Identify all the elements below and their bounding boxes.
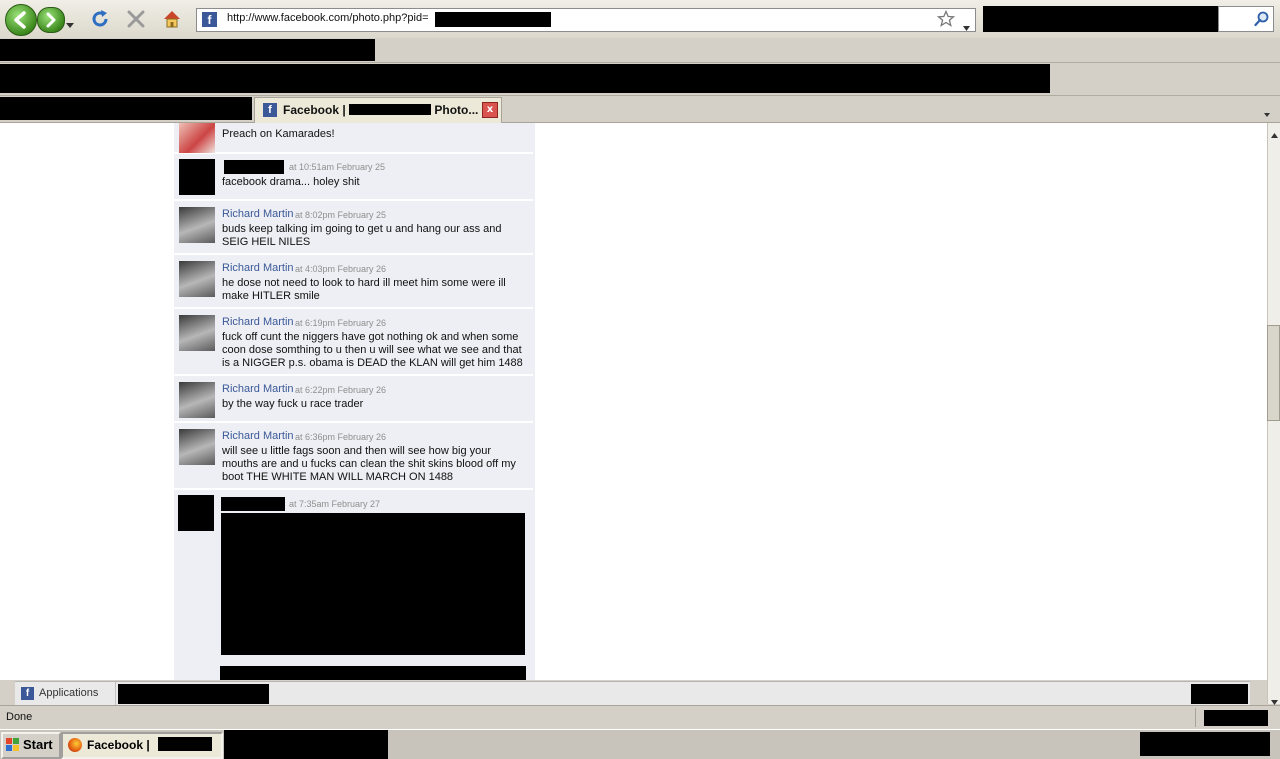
stop-icon[interactable] [125, 8, 147, 30]
firefox-icon [68, 738, 82, 752]
addon-toolbar [0, 63, 1280, 96]
browser-nav-bar: f http://www.facebook.com/photo.php?pid= [0, 0, 1280, 39]
comment-item: at 10:51am February 25 facebook drama...… [174, 154, 533, 201]
windows-taskbar: Start Facebook | [0, 729, 1280, 759]
redacted-taskbar-item[interactable] [224, 730, 388, 759]
comment-text: Preach on Kamarades! [222, 128, 335, 140]
bookmark-star-icon[interactable] [936, 9, 956, 28]
comment-timestamp: at 7:35am February 27 [289, 499, 381, 509]
site-favicon-icon: f [202, 12, 217, 27]
tab-bar [0, 96, 1280, 123]
tab-close-icon[interactable]: x [482, 102, 498, 118]
avatar[interactable] [179, 429, 215, 465]
redacted-inline [349, 104, 432, 115]
scroll-down-icon[interactable] [1270, 692, 1279, 705]
avatar[interactable] [179, 159, 215, 195]
avatar[interactable] [179, 207, 215, 243]
scroll-thumb[interactable] [1267, 325, 1280, 421]
comment-item: Richard Martin at 6:36pm February 26 wil… [174, 423, 533, 490]
redacted-block[interactable] [118, 684, 269, 704]
comment-item: Preach on Kamarades! [174, 123, 533, 154]
bookmarks-toolbar [0, 38, 1280, 63]
facebook-icon: f [21, 687, 34, 700]
comment-text: facebook drama... holey shit [222, 176, 360, 188]
comment-text: he dose not need to look to hard ill mee… [222, 277, 506, 302]
redacted-comment-body [221, 513, 525, 655]
reload-icon[interactable] [89, 8, 111, 30]
comment-item: Richard Martin at 6:22pm February 26 by … [174, 376, 533, 423]
comments-list: Preach on Kamarades! at 10:51am February… [174, 123, 535, 680]
avatar[interactable] [179, 261, 215, 297]
applications-label: Applications [39, 687, 99, 699]
comment-item: Richard Martin at 4:03pm February 26 he … [174, 255, 533, 309]
history-dropdown-icon[interactable] [66, 14, 74, 28]
redacted-block[interactable] [1191, 684, 1248, 704]
facebook-chat-bar: f Applications [15, 681, 1250, 705]
start-label: Start [23, 737, 53, 752]
url-dropdown-icon[interactable] [963, 17, 970, 31]
redacted-block [0, 64, 1050, 93]
comment-timestamp: at 4:03pm February 26 [295, 264, 387, 274]
applications-button[interactable]: f Applications [15, 682, 116, 705]
comment-item: at 7:35am February 27 [174, 490, 533, 680]
forward-arrow-icon [46, 12, 56, 28]
search-box-redacted[interactable] [983, 6, 1218, 32]
url-text: http://www.facebook.com/photo.php?pid= [227, 12, 429, 24]
redacted-author[interactable] [224, 160, 284, 174]
comment-timestamp: at 8:02pm February 25 [295, 210, 387, 220]
status-text: Done [6, 711, 33, 723]
comment-item: Richard Martin at 8:02pm February 25 bud… [174, 201, 533, 255]
search-box-end[interactable] [1218, 6, 1274, 32]
search-icon[interactable] [1254, 11, 1270, 27]
page-content: Preach on Kamarades! at 10:51am February… [0, 123, 1267, 680]
taskbar-firefox-item[interactable]: Facebook | [61, 732, 223, 759]
comment-author-link[interactable]: Richard Martin [222, 383, 294, 395]
browser-status-bar: Done [0, 705, 1280, 730]
taskbar-item-label: Facebook | [87, 738, 150, 752]
comment-author-link[interactable]: Richard Martin [222, 316, 294, 328]
comment-timestamp: at 6:22pm February 26 [295, 385, 387, 395]
start-button[interactable]: Start [1, 732, 61, 759]
avatar[interactable] [179, 382, 215, 418]
avatar[interactable] [178, 495, 214, 531]
scroll-up-icon[interactable] [1270, 125, 1279, 138]
redacted-block [0, 39, 375, 61]
home-icon[interactable] [161, 8, 183, 30]
comment-author-link[interactable]: Richard Martin [222, 262, 294, 274]
redacted-block [435, 12, 551, 27]
comment-timestamp: at 6:19pm February 26 [295, 318, 387, 328]
windows-logo-icon [6, 738, 20, 752]
redacted-tab[interactable] [0, 97, 252, 120]
comment-author-link[interactable]: Richard Martin [222, 208, 294, 220]
comment-text: buds keep talking im going to get u and … [222, 223, 502, 248]
facebook-favicon-icon: f [263, 103, 277, 117]
comment-author-link[interactable]: Richard Martin [222, 430, 294, 442]
comment-text: fuck off cunt the niggers have got nothi… [222, 331, 523, 369]
redacted-author[interactable] [221, 497, 285, 511]
tab-title: Facebook | Photo... [283, 103, 479, 117]
back-arrow-icon [14, 11, 26, 29]
avatar[interactable] [179, 123, 215, 153]
back-button[interactable] [5, 4, 37, 36]
comment-text: will see u little fags soon and then wil… [222, 445, 516, 483]
redacted-block [1204, 710, 1268, 726]
address-bar[interactable]: f http://www.facebook.com/photo.php?pid= [196, 8, 976, 32]
comment-text: by the way fuck u race trader [222, 398, 364, 410]
redacted-block [158, 737, 212, 751]
avatar[interactable] [179, 315, 215, 351]
status-divider [1195, 708, 1196, 727]
tab-facebook-photo[interactable]: f Facebook | Photo... x [254, 97, 502, 123]
comment-timestamp: at 6:36pm February 26 [295, 432, 387, 442]
comment-item: Richard Martin at 6:19pm February 26 fuc… [174, 309, 533, 376]
redacted-tray [1140, 732, 1270, 756]
comment-timestamp: at 10:51am February 25 [289, 162, 386, 172]
redacted-block [220, 666, 526, 680]
tab-list-dropdown-icon[interactable] [1262, 104, 1272, 117]
forward-button[interactable] [37, 7, 65, 33]
